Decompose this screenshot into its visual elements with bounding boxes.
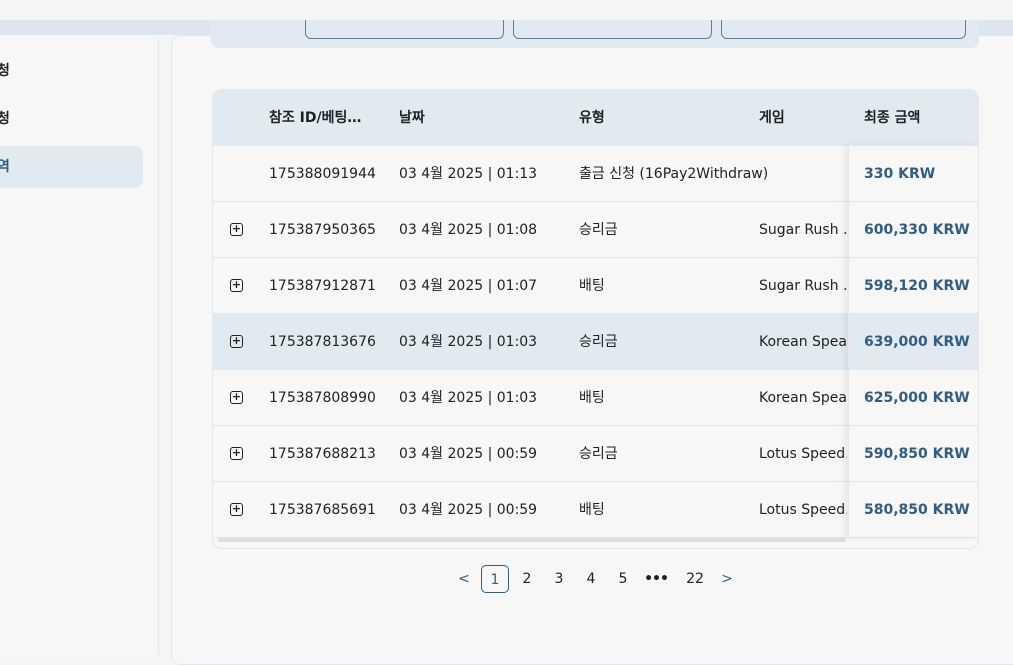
cell-type: 출금 신청 (16Pay2Withdraw) [579,166,769,182]
expand-row-icon[interactable]: + [230,391,243,404]
page-4-button[interactable]: 4 [577,565,605,593]
expand-row-icon[interactable]: + [230,447,243,460]
cell-game: Korean Spea… [759,334,847,350]
cell-date: 03 4월 2025 | 01:13 [399,166,538,182]
sidebar-item-label: 청 [0,63,10,79]
cell-game: Lotus Speed… [759,446,847,462]
table-row[interactable]: +175387950365 03 4월 2025 | 01:08 승리금 Sugar … [213,202,978,258]
cell-date: 03 4월 2025 | 00:59 [399,502,538,518]
filter-field-1[interactable] [305,20,504,39]
cell-type: 배팅 [579,502,605,518]
cell-final-amount: 598,120 KRW [864,278,970,294]
cell-ref-id: 175387912871 [269,278,376,294]
expand-row-icon[interactable]: + [230,223,243,236]
table-row[interactable]: +175387813676 03 4월 2025 | 01:03 승리금 Korean… [213,314,978,370]
cell-game: Sugar Rush … [759,278,847,294]
filter-bar [211,20,979,48]
cell-final-amount: 625,000 KRW [864,390,970,406]
sidebar-item-2[interactable]: 청 [0,98,143,140]
cell-type: 승리금 [579,446,618,462]
sidebar: 청 청 역 [0,35,159,655]
header-date[interactable]: 날짜 [399,90,425,146]
cell-final-amount: 330 KRW [864,166,936,182]
cell-final-amount: 600,330 KRW [864,222,970,238]
cell-ref-id: 175388091944 [269,166,376,182]
cell-type: 배팅 [579,390,605,406]
cell-ref-id: 175387808990 [269,390,376,406]
cell-type: 승리금 [579,334,618,350]
cell-game: Lotus Speed… [759,502,847,518]
cell-date: 03 4월 2025 | 01:08 [399,222,538,238]
cell-game: Sugar Rush … [759,222,847,238]
page-22-button[interactable]: 22 [681,565,709,593]
cell-ref-id: 175387685691 [269,502,376,518]
cell-final-amount: 639,000 KRW [864,334,970,350]
page-1-button[interactable]: 1 [481,565,509,593]
horizontal-scrollbar[interactable] [218,538,846,542]
table-row[interactable]: 175388091944 03 4월 2025 | 01:13 출금 신청 (16P… [213,146,978,202]
prev-page-button[interactable]: < [450,565,478,593]
table-row[interactable]: +175387688213 03 4월 2025 | 00:59 승리금 Lotus … [213,426,978,482]
header-type[interactable]: 유형 [579,90,605,146]
cell-type: 배팅 [579,278,605,294]
page-3-button[interactable]: 3 [545,565,573,593]
cell-date: 03 4월 2025 | 01:03 [399,334,538,350]
cell-final-amount: 590,850 KRW [864,446,970,462]
filter-field-3[interactable] [721,20,966,39]
table-row[interactable]: +175387808990 03 4월 2025 | 01:03 배팅 Korean … [213,370,978,426]
cell-type: 승리금 [579,222,618,238]
cell-date: 03 4월 2025 | 00:59 [399,446,538,462]
sidebar-item-active[interactable]: 역 [0,146,143,188]
cell-ref-id: 175387950365 [269,222,376,238]
table-row[interactable]: +175387685691 03 4월 2025 | 00:59 배팅 Lotus S… [213,482,978,538]
cell-date: 03 4월 2025 | 01:07 [399,278,538,294]
expand-row-icon[interactable]: + [230,503,243,516]
next-page-button[interactable]: > [713,565,741,593]
table-row[interactable]: +175387912871 03 4월 2025 | 01:07 배팅 Sugar R… [213,258,978,314]
sidebar-item-label: 역 [0,159,10,175]
expand-row-icon[interactable]: + [230,335,243,348]
filter-field-2[interactable] [513,20,712,39]
transactions-table: 참조 ID/베팅… 날짜 유형 게임 최종 금액 175388091944 03 … [212,89,979,549]
cell-game: Korean Spea… [759,390,847,406]
table-header: 참조 ID/베팅… 날짜 유형 게임 최종 금액 [213,90,978,146]
cell-ref-id: 175387813676 [269,334,376,350]
header-game[interactable]: 게임 [759,90,785,146]
header-final-amount[interactable]: 최종 금액 [864,90,920,146]
sidebar-item-1[interactable]: 청 [0,50,143,92]
page-5-button[interactable]: 5 [609,565,637,593]
cell-date: 03 4월 2025 | 01:03 [399,390,538,406]
expand-row-icon[interactable]: + [230,279,243,292]
cell-final-amount: 580,850 KRW [864,502,970,518]
pagination-ellipsis[interactable]: ••• [642,565,670,593]
page-2-button[interactable]: 2 [513,565,541,593]
sidebar-item-label: 청 [0,111,10,127]
header-ref-id[interactable]: 참조 ID/베팅… [269,90,361,146]
cell-ref-id: 175387688213 [269,446,376,462]
